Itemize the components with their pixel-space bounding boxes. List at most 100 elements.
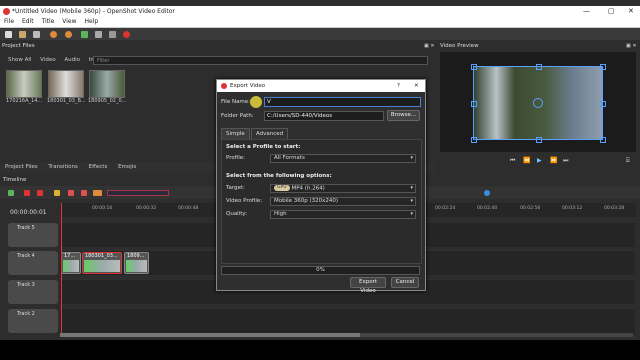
import-files-icon[interactable] — [81, 31, 88, 38]
simple-export-panel: Select a Profile to start: Profile: All … — [221, 139, 422, 264]
folder-path-input[interactable]: C:/Users/SD-440/Videos — [264, 111, 384, 121]
timeline-clip[interactable]: 1809... — [124, 252, 149, 274]
menu-title[interactable]: Title — [42, 17, 55, 27]
play-icon[interactable]: ▶ — [537, 157, 542, 164]
ruler-tick: 00:03:28 — [604, 206, 625, 211]
timeline-scrollbar[interactable] — [60, 333, 633, 337]
jump-start-icon[interactable]: ⏮ — [510, 157, 515, 165]
tab-audio[interactable]: Audio — [64, 57, 80, 63]
panel-float-close-icon[interactable]: ▣ ✕ — [424, 43, 435, 49]
track-lane[interactable] — [60, 308, 635, 333]
export-video-dialog: Export Video ? ✕ File Name: V Folder Pat… — [216, 79, 426, 294]
file-thumbnail[interactable] — [48, 70, 84, 98]
track-label[interactable]: Track 5 — [8, 223, 58, 247]
minimize-button[interactable]: — — [583, 6, 590, 17]
transform-handle[interactable] — [600, 101, 606, 107]
title-bar: *Untitled Video (Mobile 360p) - OpenShot… — [0, 6, 640, 17]
file-thumbnail[interactable] — [89, 70, 125, 98]
center-playhead-icon[interactable] — [93, 190, 102, 196]
track-label[interactable]: Track 2 — [8, 309, 58, 333]
tab-video[interactable]: Video — [40, 57, 55, 63]
progress-text: 0% — [316, 267, 325, 273]
fullscreen-icon[interactable] — [109, 31, 116, 38]
ruler-tick: 00:02:40 — [477, 206, 498, 211]
export-video-button[interactable]: Export Video — [350, 277, 386, 294]
next-marker-icon[interactable] — [81, 190, 87, 196]
rewind-icon[interactable]: ⏪ — [523, 157, 530, 164]
panel-float-close-icon[interactable]: ▣ ✕ — [626, 43, 637, 49]
cancel-button[interactable]: Cancel — [391, 277, 419, 288]
file-name: 180301_03_B... — [47, 98, 86, 104]
save-project-icon[interactable] — [33, 31, 40, 38]
razor-icon[interactable] — [37, 190, 43, 196]
transform-handle[interactable] — [536, 64, 542, 70]
file-thumbnail[interactable] — [6, 70, 42, 98]
choose-profile-icon[interactable] — [95, 31, 102, 38]
filter-input[interactable]: Filter — [93, 56, 428, 65]
export-progress-bar: 0% — [221, 266, 420, 275]
transform-center-handle[interactable] — [533, 98, 543, 108]
track-label[interactable]: Track 4 — [8, 251, 58, 275]
openshot-logo-icon — [221, 83, 227, 89]
snapshot-icon[interactable]: ⌸ — [626, 157, 630, 165]
file-name-label: File Name: — [221, 99, 251, 105]
transform-handle[interactable] — [536, 137, 542, 143]
track-label[interactable]: Track 3 — [8, 280, 58, 304]
target-value: MP4 (h.264) — [291, 185, 325, 192]
help-button[interactable]: ? — [397, 80, 400, 92]
tab-project-files[interactable]: Project Files — [5, 162, 38, 173]
ruler-tick: 00:02:24 — [435, 206, 456, 211]
video-profile-select[interactable]: Mobile 360p (320x240) ▾ — [270, 197, 416, 206]
close-window-button[interactable]: ✕ — [628, 6, 634, 17]
menu-view[interactable]: View — [62, 17, 76, 27]
transform-handle[interactable] — [600, 64, 606, 70]
ruler-tick: 00:02:56 — [520, 206, 541, 211]
snapping-icon[interactable] — [24, 190, 30, 196]
profile-select[interactable]: All Formats ▾ — [270, 154, 416, 163]
folder-path-label: Folder Path: — [221, 113, 254, 119]
scrollbar-thumb[interactable] — [60, 333, 360, 337]
tab-transitions[interactable]: Transitions — [48, 162, 77, 173]
zoom-slider-handle[interactable] — [484, 190, 490, 196]
menu-help[interactable]: Help — [84, 17, 98, 27]
menu-edit[interactable]: Edit — [22, 17, 34, 27]
tab-simple[interactable]: Simple — [221, 128, 250, 139]
file-name-input[interactable]: V — [264, 97, 421, 107]
transform-handle[interactable] — [471, 137, 477, 143]
redo-icon[interactable] — [65, 31, 72, 38]
fast-forward-icon[interactable]: ⏩ — [550, 157, 557, 164]
jump-end-icon[interactable]: ⏭ — [563, 157, 568, 165]
maximize-button[interactable]: ▢ — [608, 6, 615, 17]
tab-show-all[interactable]: Show All — [8, 57, 31, 63]
quality-value: High — [274, 211, 287, 217]
browse-button[interactable]: Browse... — [387, 110, 420, 121]
zoom-slider-track[interactable] — [107, 190, 169, 196]
previous-marker-icon[interactable] — [68, 190, 74, 196]
add-marker-icon[interactable] — [54, 190, 60, 196]
mouse-cursor-highlight — [250, 96, 262, 108]
tab-emojis[interactable]: Emojis — [118, 162, 136, 173]
transform-handle[interactable] — [600, 137, 606, 143]
tab-advanced[interactable]: Advanced — [251, 128, 289, 139]
menu-file[interactable]: File — [4, 17, 14, 27]
quality-select[interactable]: High ▾ — [270, 210, 416, 219]
transform-handle[interactable] — [471, 101, 477, 107]
add-track-icon[interactable] — [8, 190, 14, 196]
playhead[interactable] — [61, 203, 62, 333]
undo-icon[interactable] — [50, 31, 57, 38]
track-name: Track 4 — [17, 253, 35, 259]
openshot-window: *Untitled Video (Mobile 360p) - OpenShot… — [0, 0, 640, 340]
transform-handle[interactable] — [471, 64, 477, 70]
open-project-icon[interactable] — [19, 31, 26, 38]
target-select[interactable]: GPU MP4 (h.264) ▾ — [270, 184, 416, 193]
tab-effects[interactable]: Effects — [89, 162, 108, 173]
dialog-title-bar: Export Video ? ✕ — [217, 80, 425, 92]
options-section-heading: Select from the following options: — [226, 173, 332, 179]
profile-label: Profile: — [226, 155, 245, 161]
timeline-clip[interactable]: 17... — [61, 252, 81, 274]
main-toolbar — [0, 28, 640, 40]
close-dialog-button[interactable]: ✕ — [414, 80, 419, 92]
export-video-icon[interactable] — [123, 31, 130, 38]
new-project-icon[interactable] — [5, 31, 12, 38]
timeline-clip[interactable]: 180301_03... — [82, 252, 122, 274]
